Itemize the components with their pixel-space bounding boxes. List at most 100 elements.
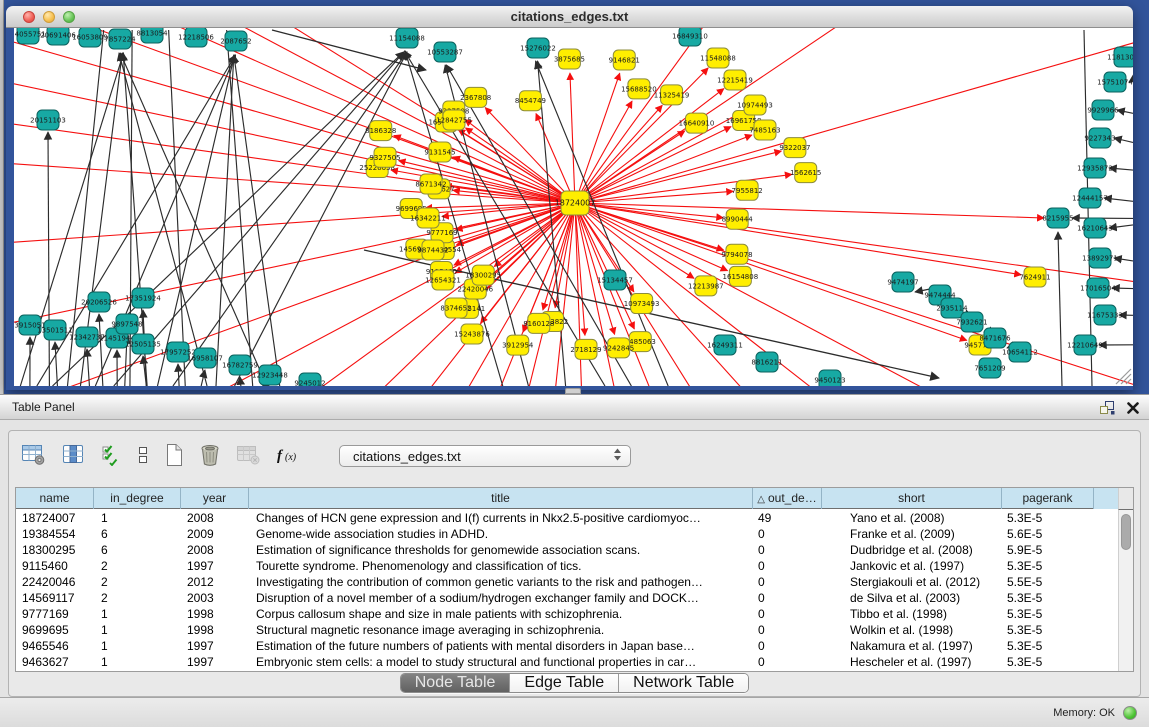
- column-header-name[interactable]: name: [16, 488, 94, 509]
- cell-out_degree: 0: [753, 574, 822, 590]
- create-column-button[interactable]: [164, 443, 184, 470]
- select-attributes-button[interactable]: [101, 443, 122, 469]
- close-panel-icon[interactable]: [1127, 402, 1139, 414]
- column-header-out_degree[interactable]: △out_de…: [753, 488, 822, 509]
- new-file-icon: [164, 443, 184, 470]
- table-row[interactable]: 1938455462009Genome-wide association stu…: [16, 526, 1118, 542]
- cell-pagerank: 5.5E-5: [1002, 574, 1094, 590]
- graph-node-label: 16640910: [679, 120, 715, 128]
- cell-short: de Silva et al. (2003): [822, 590, 1002, 606]
- scrollbar-thumb[interactable]: [1121, 514, 1131, 550]
- graph-node-label: 20151103: [30, 117, 66, 125]
- graph-node-label: 18724007: [555, 199, 596, 208]
- column-header-in_degree[interactable]: in_degree: [94, 488, 181, 509]
- rows-icon: [137, 444, 149, 469]
- column-header-year[interactable]: year: [181, 488, 249, 509]
- cell-title: Estimation of significance thresholds fo…: [249, 542, 753, 558]
- cell-in_degree: 1: [94, 606, 181, 622]
- graph-node-label: 8215955: [1042, 215, 1073, 223]
- graph-node-label: 9327505: [369, 154, 400, 162]
- table-row[interactable]: 969969511998Structural magnetic resonanc…: [16, 622, 1118, 638]
- table-row[interactable]: 911546021997Tourette syndrome. Phenomeno…: [16, 558, 1118, 574]
- cell-name: 9699695: [16, 622, 94, 638]
- cell-pagerank: 5.3E-5: [1002, 638, 1094, 654]
- show-columns-button[interactable]: [61, 443, 86, 469]
- graph-node-label: 15243876: [454, 331, 490, 339]
- table-row[interactable]: 1456911722003Disruption of a novel membe…: [16, 590, 1118, 606]
- fx-icon: f(x): [276, 446, 302, 467]
- svg-text:(x): (x): [285, 452, 297, 463]
- cell-name: 9777169: [16, 606, 94, 622]
- graph-node-label: 13501511: [37, 327, 73, 335]
- graph-node-label: 7485163: [749, 127, 780, 135]
- tab-edge-table[interactable]: Edge Table: [510, 674, 619, 692]
- graph-node-label: 1562615: [790, 169, 821, 177]
- cell-year: 1997: [181, 654, 249, 670]
- network-canvas[interactable]: 2522605893275058186328165433629327508236…: [14, 28, 1133, 386]
- graph-node-label: 16849310: [672, 33, 708, 41]
- cell-short: Wolkin et al. (1998): [822, 622, 1002, 638]
- graph-node-label: 10973493: [624, 300, 660, 308]
- cell-out_degree: 0: [753, 638, 822, 654]
- graph-node-label: 11325419: [654, 91, 690, 99]
- table-options-button[interactable]: [21, 443, 46, 469]
- cell-title: Tourette syndrome. Phenomenology and cla…: [249, 558, 753, 574]
- table-row[interactable]: 977716911998Corpus callosum shape and si…: [16, 606, 1118, 622]
- cell-in_degree: 6: [94, 542, 181, 558]
- table-panel-header: Table Panel: [0, 394, 1149, 420]
- table-row[interactable]: 946554611997Estimation of the future num…: [16, 638, 1118, 654]
- graph-node-label: 10553287: [427, 49, 463, 57]
- checklist-icon: [101, 443, 122, 469]
- table-scrollbar[interactable]: [1118, 510, 1133, 671]
- cell-year: 2008: [181, 510, 249, 526]
- network-window-titlebar[interactable]: citations_edges.txt: [6, 6, 1133, 28]
- column-label: short: [898, 491, 925, 505]
- table-toolbar: f(x) citations_edges.txt: [21, 441, 631, 471]
- column-label: out_de…: [768, 491, 817, 505]
- graph-node-label: 11154088: [389, 35, 425, 43]
- panel-title: Table Panel: [12, 395, 75, 420]
- table-row[interactable]: 2242004622012Investigating the contribut…: [16, 574, 1118, 590]
- graph-node-label: 2935114: [936, 305, 968, 313]
- network-view-window: citations_edges.txt 25226058932750581863…: [6, 6, 1133, 390]
- cell-short: Dudbridge et al. (2008): [822, 542, 1002, 558]
- graph-node-label: 9777169: [426, 229, 457, 237]
- cell-in_degree: 2: [94, 574, 181, 590]
- cell-pagerank: 5.3E-5: [1002, 606, 1094, 622]
- row-height-button[interactable]: [137, 444, 149, 469]
- column-header-title[interactable]: title: [249, 488, 753, 509]
- table-row[interactable]: 946362711997Embryonic stem cells: a mode…: [16, 654, 1118, 670]
- tab-node-table[interactable]: Node Table: [401, 674, 511, 692]
- graph-node-label: 8454749: [515, 97, 546, 105]
- table-row[interactable]: 1830029562008Estimation of significance …: [16, 542, 1118, 558]
- graph-node-label: 8816211: [751, 359, 782, 367]
- resize-grip-icon[interactable]: [1116, 369, 1131, 384]
- table-row[interactable]: 1872400712008Changes of HCN gene express…: [16, 510, 1118, 526]
- graph-node-label: 3912954: [502, 342, 534, 350]
- graph-node-label: 9474197: [887, 279, 918, 287]
- column-header-short[interactable]: short: [822, 488, 1002, 509]
- cell-short: Yano et al. (2008): [822, 510, 1002, 526]
- graph-node-label: 22420046: [457, 285, 493, 293]
- graph-node-label: 9450123: [814, 377, 845, 385]
- delete-column-button[interactable]: [199, 443, 221, 470]
- graph-node-label: 9897548: [111, 321, 142, 329]
- table-selector-value: citations_edges.txt: [353, 449, 613, 464]
- graph-node-label: 12218506: [178, 34, 214, 42]
- graph-node-label: 7624911: [1019, 274, 1050, 282]
- svg-text:f: f: [277, 448, 284, 464]
- function-builder-button[interactable]: f(x): [276, 446, 302, 467]
- memory-ok-led-icon: [1123, 706, 1137, 720]
- graph-node-label: 16342211: [410, 215, 446, 223]
- float-panel-icon[interactable]: [1099, 400, 1115, 415]
- tab-network-table[interactable]: Network Table: [619, 674, 748, 692]
- column-header-pagerank[interactable]: pagerank: [1002, 488, 1094, 509]
- cell-year: 1998: [181, 606, 249, 622]
- app-left-edge: [0, 0, 4, 394]
- graph-node-label: 2718129: [570, 346, 601, 354]
- import-table-button[interactable]: [236, 443, 261, 469]
- cell-in_degree: 1: [94, 638, 181, 654]
- cell-title: Estimation of the future numbers of pati…: [249, 638, 753, 654]
- table-selector-dropdown[interactable]: citations_edges.txt: [339, 445, 631, 467]
- graph-node-label: 9131545: [424, 149, 455, 157]
